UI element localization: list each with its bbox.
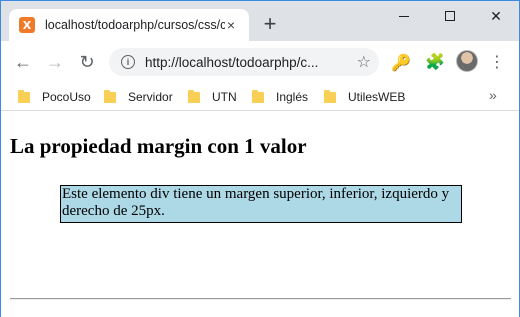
- back-button[interactable]: ←: [11, 50, 35, 74]
- bookmark-ingles[interactable]: Inglés: [252, 87, 308, 107]
- bookmark-utilesweb[interactable]: UtilesWEB: [324, 87, 405, 107]
- bookmark-pocouso[interactable]: PocoUso: [18, 87, 91, 107]
- active-tab[interactable]: X localhost/todoarphp/cursos/css/c ×: [9, 9, 249, 41]
- site-info-icon[interactable]: i: [121, 55, 135, 69]
- minimize-icon: [399, 15, 409, 17]
- tab-close-icon[interactable]: ×: [223, 17, 239, 33]
- tab-strip: X localhost/todoarphp/cursos/css/c × + ✕: [1, 1, 519, 41]
- bookmark-star-icon[interactable]: ☆: [357, 52, 371, 72]
- bookmark-utn[interactable]: UTN: [188, 87, 237, 107]
- folder-icon: [104, 89, 116, 103]
- url-text[interactable]: http://localhost/todoarphp/c...: [145, 55, 345, 70]
- folder-icon: [18, 89, 30, 103]
- page-title: La propiedad margin con 1 valor: [10, 134, 307, 158]
- horizontal-rule: [10, 298, 511, 300]
- folder-icon: [324, 89, 336, 103]
- browser-toolbar: ← → ↻ i http://localhost/todoarphp/c... …: [1, 41, 519, 83]
- bookmarks-bar: PocoUso Servidor UTN Inglés UtilesWEB »: [1, 83, 519, 111]
- bookmark-label: PocoUso: [42, 90, 91, 104]
- margin-demo-box: Este elemento div tiene un margen superi…: [60, 185, 462, 223]
- bookmark-label: Inglés: [276, 90, 309, 104]
- xampp-favicon-icon: X: [19, 17, 35, 33]
- tab-title: localhost/todoarphp/cursos/css/c: [45, 18, 225, 32]
- minimize-button[interactable]: [381, 1, 427, 31]
- address-bar[interactable]: i http://localhost/todoarphp/c... ☆: [109, 48, 379, 76]
- maximize-button[interactable]: [427, 1, 473, 31]
- reload-button[interactable]: ↻: [75, 50, 99, 74]
- folder-icon: [252, 89, 264, 103]
- key-extension-icon[interactable]: 🔑: [391, 53, 411, 73]
- bookmark-label: UtilesWEB: [348, 90, 406, 104]
- maximize-icon: [445, 11, 455, 21]
- folder-icon: [188, 89, 200, 103]
- forward-button[interactable]: →: [43, 50, 67, 74]
- bookmark-label: UTN: [212, 90, 237, 104]
- browser-menu-icon[interactable]: ⋮: [489, 52, 505, 72]
- bookmark-label: Servidor: [128, 90, 173, 104]
- page-content: La propiedad margin con 1 valor Este ele…: [1, 112, 519, 317]
- new-tab-button[interactable]: +: [258, 13, 282, 37]
- bookmark-servidor[interactable]: Servidor: [104, 87, 173, 107]
- browser-window: X localhost/todoarphp/cursos/css/c × + ✕…: [0, 0, 520, 317]
- profile-avatar[interactable]: [456, 50, 478, 72]
- more-bookmarks-icon[interactable]: »: [489, 87, 497, 103]
- extensions-puzzle-icon[interactable]: 🧩: [425, 52, 445, 72]
- close-window-button[interactable]: ✕: [473, 1, 519, 31]
